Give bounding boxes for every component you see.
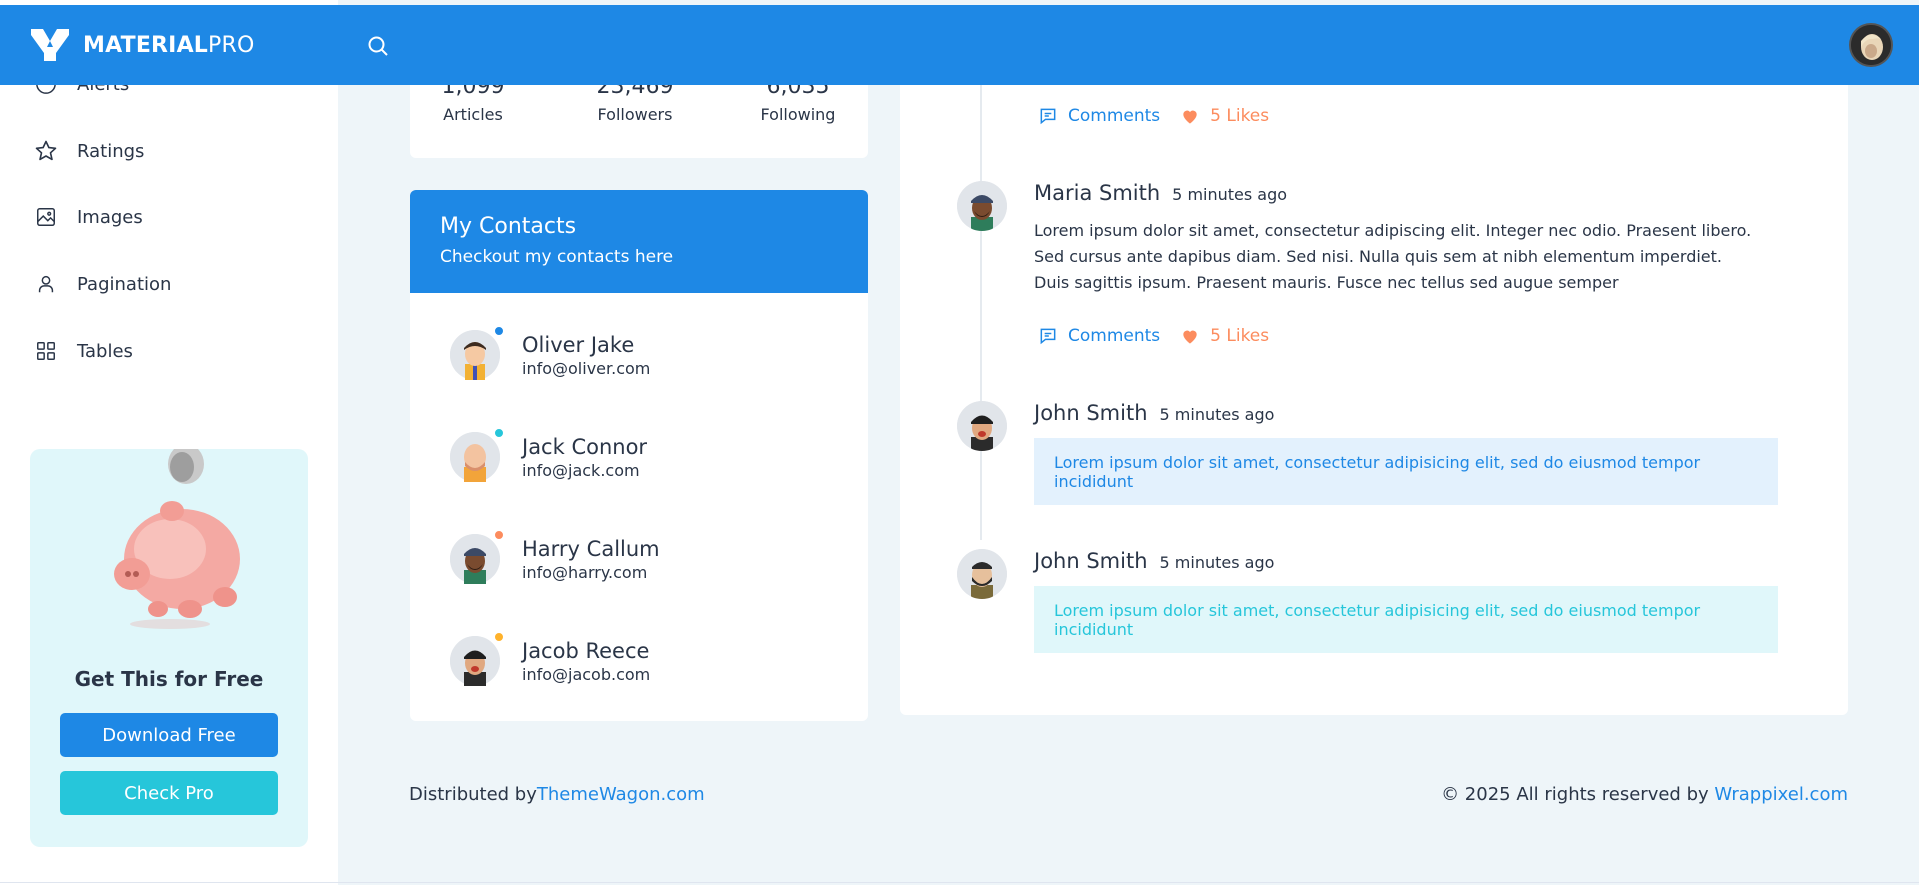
sidebar-item-label: Tables <box>77 340 133 362</box>
sidebar-item-images[interactable]: Images <box>33 197 143 237</box>
sidebar-item-label: Pagination <box>77 273 172 295</box>
stat-label: Following <box>760 105 836 124</box>
activity-header: John Smith 5 minutes ago <box>1034 401 1274 425</box>
image-icon <box>33 204 59 230</box>
logo-icon <box>31 29 69 61</box>
heart-icon <box>1180 106 1200 126</box>
contact-avatar <box>450 632 504 686</box>
contact-name: Jack Connor <box>522 434 648 459</box>
contacts-header: My Contacts Checkout my contacts here <box>410 190 868 293</box>
activity-text: Lorem ipsum dolor sit amet, consectetur … <box>1034 221 1752 292</box>
activity-time: 5 minutes ago <box>1159 405 1275 424</box>
promo-title: Get This for Free <box>74 667 264 691</box>
online-status-dot <box>494 326 504 336</box>
sidebar-item-pagination[interactable]: Pagination <box>33 264 171 304</box>
activity-author[interactable]: John Smith <box>1034 401 1148 425</box>
activity-author[interactable]: John Smith <box>1034 549 1148 573</box>
wrappixel-link[interactable]: Wrappixel.com <box>1714 784 1848 805</box>
contact-email: info@jack.com <box>522 460 640 480</box>
footer-copyright: © 2025 All rights reserved by Wrappixel.… <box>1441 784 1848 805</box>
contact-name: Jacob Reece <box>522 638 650 663</box>
activity-actions: Comments 5 Likes <box>1038 106 1269 126</box>
user-icon <box>33 271 59 297</box>
user-avatar[interactable] <box>1849 23 1893 67</box>
activity-avatar <box>957 549 1007 599</box>
contact-item[interactable]: Harry Callum info@harry.com <box>450 530 660 584</box>
topbar: MATERIALPRO <box>0 5 1919 85</box>
check-pro-button[interactable]: Check Pro <box>60 771 278 815</box>
distributed-prefix: Distributed by <box>409 784 537 805</box>
contact-item[interactable]: Jack Connor info@jack.com <box>450 428 648 482</box>
sidebar: Alerts Ratings Images Pagination Tables <box>0 0 338 885</box>
likes-link[interactable]: 5 Likes <box>1180 106 1269 126</box>
likes-label: 5 Likes <box>1210 326 1270 346</box>
star-icon <box>33 138 59 164</box>
contacts-subtitle: Checkout my contacts here <box>440 247 674 267</box>
contact-email: info@jacob.com <box>522 664 651 684</box>
comments-link[interactable]: Comments <box>1038 326 1160 346</box>
contact-avatar <box>450 428 504 482</box>
comments-label: Comments <box>1068 106 1161 126</box>
activity-time: 5 minutes ago <box>1172 185 1288 204</box>
comment-icon <box>1038 326 1058 346</box>
contact-avatar <box>450 326 504 380</box>
activity-header: Maria Smith 5 minutes ago <box>1034 181 1287 205</box>
comments-link[interactable]: Comments <box>1038 106 1160 126</box>
brand[interactable]: MATERIALPRO <box>29 27 255 63</box>
sidebar-item-label: Ratings <box>77 140 145 162</box>
contact-email: info@oliver.com <box>522 358 651 378</box>
stat-label: Followers <box>597 105 673 124</box>
contact-name: Harry Callum <box>522 536 660 561</box>
contact-item[interactable]: Jacob Reece info@jacob.com <box>450 632 651 686</box>
avatar-image <box>1851 25 1891 65</box>
sidebar-item-label: Images <box>77 206 143 228</box>
sidebar-item-ratings[interactable]: Ratings <box>33 131 144 171</box>
contacts-card: My Contacts Checkout my contacts here Ol… <box>410 190 868 721</box>
activity-author[interactable]: Maria Smith <box>1034 181 1160 205</box>
online-status-dot <box>494 632 504 642</box>
contact-avatar <box>450 530 504 584</box>
online-status-dot <box>494 428 504 438</box>
download-free-button[interactable]: Download Free <box>60 713 278 757</box>
contact-email: info@harry.com <box>522 562 648 582</box>
likes-label: 5 Likes <box>1210 106 1270 126</box>
comment-icon <box>1038 106 1058 126</box>
copyright-text: © 2025 All rights reserved by <box>1441 784 1715 805</box>
activity-message: Lorem ipsum dolor sit amet, consectetur … <box>1034 438 1778 505</box>
stat-label: Articles <box>443 105 503 124</box>
activity-avatar <box>957 181 1007 231</box>
activity-time: 5 minutes ago <box>1159 553 1275 572</box>
sidebar-item-tables[interactable]: Tables <box>33 331 133 371</box>
likes-link[interactable]: 5 Likes <box>1180 326 1269 346</box>
activity-actions: Comments 5 Likes <box>1038 326 1269 346</box>
contacts-title: My Contacts <box>440 214 577 239</box>
contact-item[interactable]: Oliver Jake info@oliver.com <box>450 326 651 380</box>
search-button[interactable] <box>364 32 392 60</box>
comments-label: Comments <box>1068 326 1161 346</box>
online-status-dot <box>494 530 504 540</box>
footer-distributed: Distributed byThemeWagon.com <box>409 784 705 805</box>
page-bottom-border <box>0 882 1919 883</box>
timeline-line <box>980 60 982 540</box>
activity-header: John Smith 5 minutes ago <box>1034 549 1274 573</box>
activity-avatar <box>957 401 1007 451</box>
brand-name-bold: MATERIAL <box>83 32 209 58</box>
brand-name-light: PRO <box>208 32 255 58</box>
contact-name: Oliver Jake <box>522 332 635 357</box>
piggy-bank-illustration <box>114 449 240 629</box>
activity-message: Lorem ipsum dolor sit amet, consectetur … <box>1034 586 1778 653</box>
heart-icon <box>1180 326 1200 346</box>
grid-icon <box>33 338 59 364</box>
activity-timeline-card: Comments 5 Likes Maria Smith 5 minutes a… <box>900 60 1848 715</box>
themewagon-link[interactable]: ThemeWagon.com <box>537 784 705 805</box>
search-icon <box>368 36 388 56</box>
promo-card: Get This for Free Download Free Check Pr… <box>30 449 308 847</box>
